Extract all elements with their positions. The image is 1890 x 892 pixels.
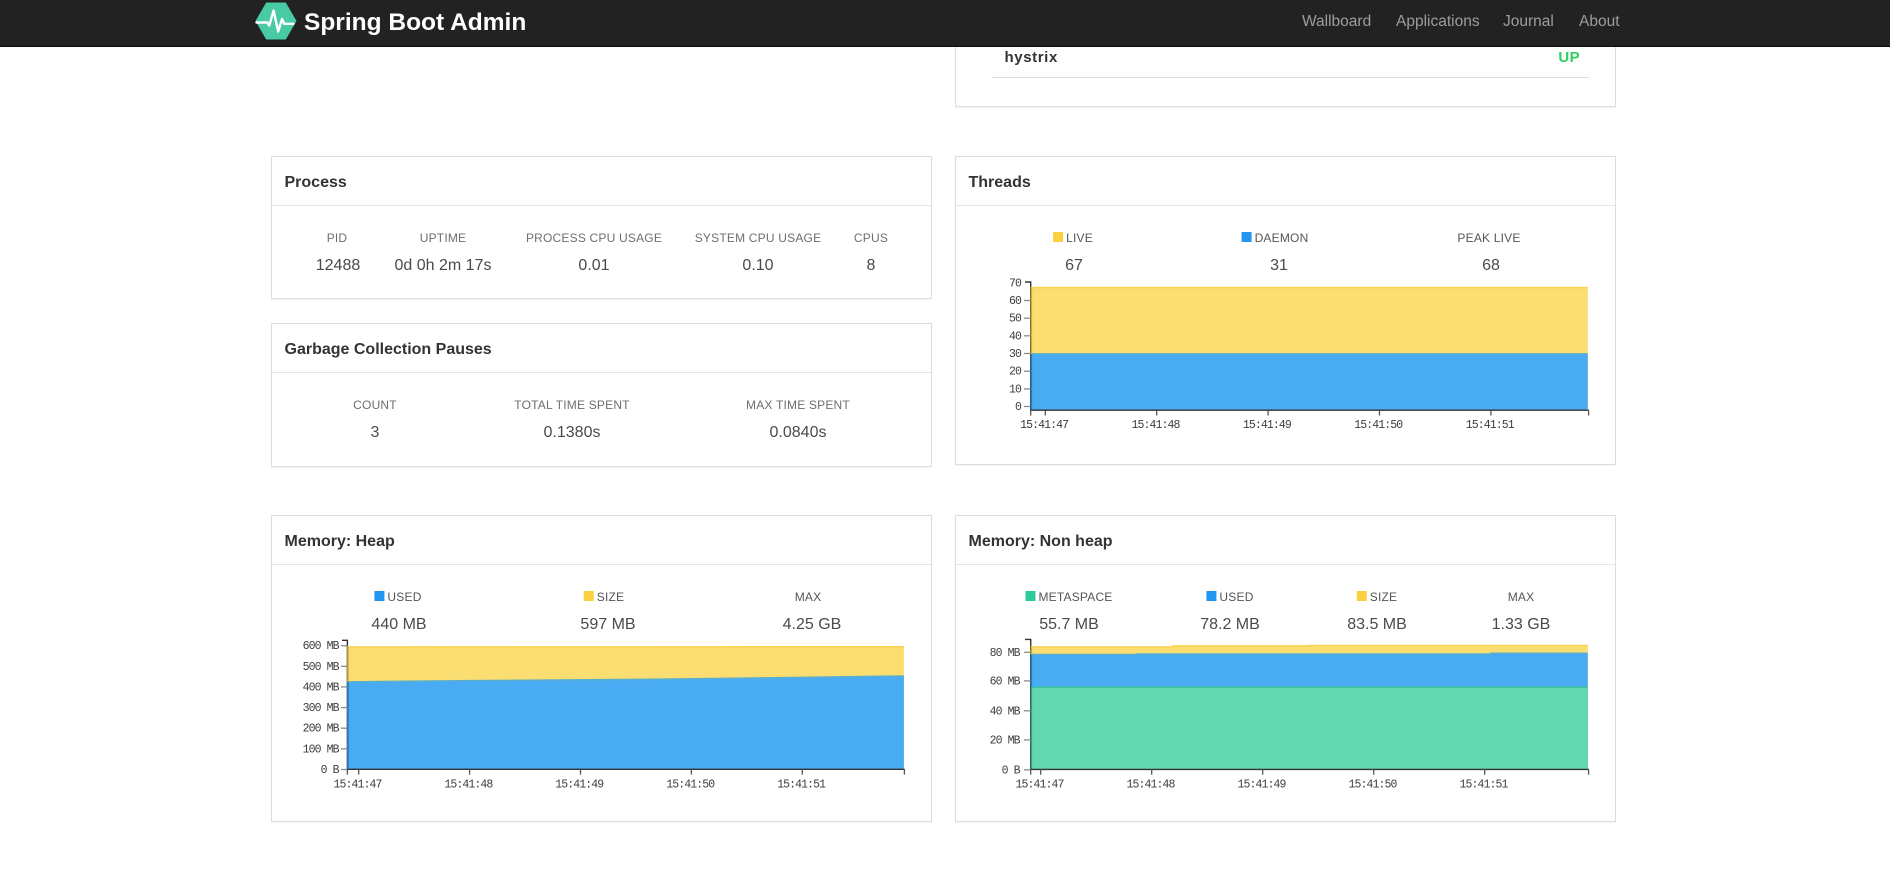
svg-text:600 MB: 600 MB — [303, 640, 340, 653]
svg-text:60: 60 — [1009, 295, 1022, 308]
svg-text:15:41:47: 15:41:47 — [333, 779, 381, 792]
svg-text:15:41:48: 15:41:48 — [1126, 779, 1175, 792]
svg-text:0: 0 — [1015, 401, 1022, 414]
svg-text:15:41:47: 15:41:47 — [1015, 779, 1063, 792]
svg-text:15:41:50: 15:41:50 — [1354, 419, 1403, 432]
svg-text:0 B: 0 B — [321, 764, 340, 777]
svg-text:15:41:50: 15:41:50 — [1348, 779, 1397, 792]
svg-text:100 MB: 100 MB — [303, 743, 340, 756]
svg-text:15:41:48: 15:41:48 — [444, 779, 493, 792]
svg-text:30: 30 — [1009, 348, 1022, 361]
svg-text:15:41:51: 15:41:51 — [1459, 779, 1508, 792]
svg-text:20 MB: 20 MB — [990, 734, 1021, 747]
svg-text:10: 10 — [1009, 383, 1022, 396]
svg-text:80 MB: 80 MB — [990, 647, 1021, 660]
svg-text:15:41:49: 15:41:49 — [1243, 419, 1292, 432]
svg-text:15:41:47: 15:41:47 — [1020, 419, 1068, 432]
svg-text:15:41:51: 15:41:51 — [777, 779, 826, 792]
svg-text:15:41:48: 15:41:48 — [1131, 419, 1180, 432]
svg-text:60 MB: 60 MB — [990, 675, 1021, 688]
svg-text:15:41:49: 15:41:49 — [1237, 779, 1286, 792]
svg-text:500 MB: 500 MB — [303, 661, 340, 674]
svg-text:15:41:49: 15:41:49 — [555, 779, 604, 792]
svg-text:200 MB: 200 MB — [303, 723, 340, 736]
svg-text:15:41:51: 15:41:51 — [1466, 419, 1515, 432]
svg-text:40: 40 — [1009, 330, 1022, 343]
svg-text:40 MB: 40 MB — [990, 705, 1021, 718]
svg-text:50: 50 — [1009, 313, 1022, 326]
svg-text:70: 70 — [1009, 277, 1022, 290]
svg-text:15:41:50: 15:41:50 — [666, 779, 715, 792]
svg-text:400 MB: 400 MB — [303, 681, 340, 694]
svg-text:300 MB: 300 MB — [303, 702, 340, 715]
svg-text:0 B: 0 B — [1002, 764, 1021, 777]
svg-text:20: 20 — [1009, 366, 1022, 379]
